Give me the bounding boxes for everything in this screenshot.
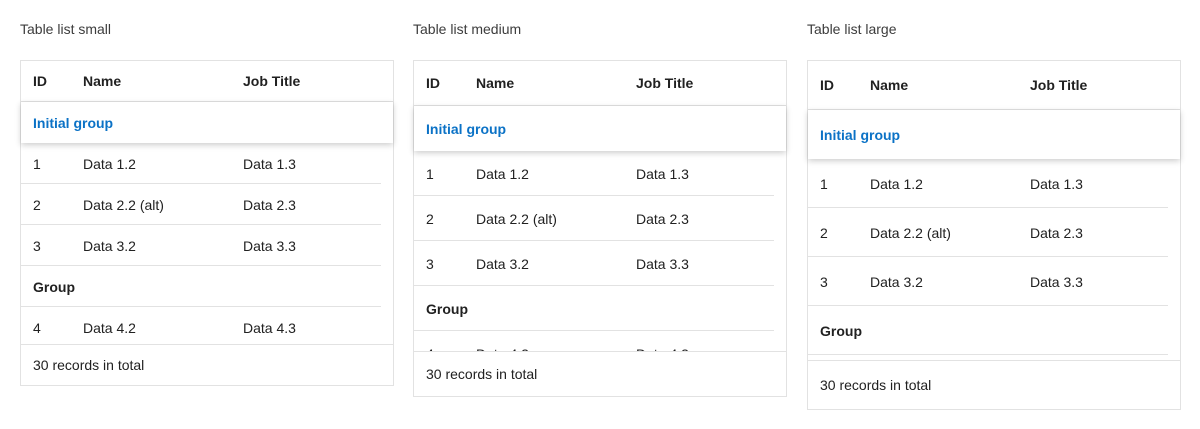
table-header: ID Name Job Title [808, 61, 1180, 110]
table: ID Name Job Title Initial group 1 Data 1… [807, 60, 1181, 410]
cell-name: Data 2.2 (alt) [83, 196, 164, 213]
column-header-name[interactable]: Name [476, 61, 514, 105]
group-label: Initial group [33, 114, 114, 131]
sticky-group-header[interactable]: Initial group [808, 110, 1180, 159]
group-label: Initial group [820, 126, 901, 143]
table-row[interactable]: 3 Data 3.2 Data 3.3 [808, 257, 1180, 306]
group-label: Group [426, 300, 468, 317]
table-row[interactable]: 3 Data 3.2 Data 3.3 [21, 225, 393, 266]
group-header[interactable]: Group [808, 306, 1180, 355]
cell-job-title: Data 2.3 [1030, 224, 1083, 241]
cell-id: 3 [820, 273, 828, 290]
cell-job-title: Data 3.3 [243, 237, 296, 254]
cell-name: Data 1.2 [83, 155, 136, 172]
table-row[interactable]: 2 Data 2.2 (alt) Data 2.3 [21, 184, 393, 225]
table-footer: 30 records in total [808, 360, 1180, 409]
cell-id: 4 [426, 331, 434, 352]
cell-job-title: Data 2.3 [243, 196, 296, 213]
sticky-group-header[interactable]: Initial group [414, 106, 786, 151]
group-label: Group [820, 322, 862, 339]
column-header-name[interactable]: Name [83, 61, 121, 101]
table-row[interactable]: 4 Data 4.2 Data 4.3 [21, 307, 393, 344]
cell-job-title: Data 2.3 [636, 210, 689, 227]
cell-id: 1 [426, 165, 434, 182]
table: ID Name Job Title Initial group 1 Data 1… [20, 60, 394, 386]
cell-id: 4 [33, 319, 41, 336]
cell-name: Data 3.2 [476, 255, 529, 272]
cell-job-title: Data 3.3 [1030, 273, 1083, 290]
variant-title: Table list large [807, 21, 897, 37]
table-row[interactable]: 1 Data 1.2 Data 1.3 [414, 151, 786, 196]
variant-title: Table list small [20, 21, 112, 37]
cell-id: 3 [426, 255, 434, 272]
column-header-id[interactable]: ID [820, 61, 834, 109]
cell-job-title: Data 1.3 [243, 155, 296, 172]
column-header-job-title[interactable]: Job Title [636, 61, 693, 105]
cell-id: 2 [33, 196, 41, 213]
table-row[interactable]: 3 Data 3.2 Data 3.3 [414, 241, 786, 286]
cell-name: Data 2.2 (alt) [476, 210, 557, 227]
table-row[interactable]: 2 Data 2.2 (alt) Data 2.3 [414, 196, 786, 241]
cell-job-title: Data 1.3 [1030, 175, 1083, 192]
column-header-job-title[interactable]: Job Title [243, 61, 300, 101]
cell-name: Data 3.2 [83, 237, 136, 254]
table-row[interactable]: 1 Data 1.2 Data 1.3 [808, 159, 1180, 208]
cell-name: Data 1.2 [870, 175, 923, 192]
table-body-scroll[interactable]: 1 Data 1.2 Data 1.3 2 Data 2.2 (alt) Dat… [414, 151, 786, 351]
cell-name: Data 4.2 [83, 319, 136, 336]
group-label: Group [33, 278, 75, 295]
cell-job-title: Data 4.3 [636, 331, 689, 352]
cell-id: 2 [426, 210, 434, 227]
table-header: ID Name Job Title [21, 61, 393, 102]
cell-id: 3 [33, 237, 41, 254]
cell-name: Data 3.2 [870, 273, 923, 290]
variant-title: Table list medium [413, 21, 522, 37]
cell-id: 1 [820, 175, 828, 192]
table-row[interactable]: 2 Data 2.2 (alt) Data 2.3 [808, 208, 1180, 257]
table-footer: 30 records in total [21, 344, 393, 385]
cell-name: Data 1.2 [476, 165, 529, 182]
table-row[interactable]: 1 Data 1.2 Data 1.3 [21, 143, 393, 184]
cell-job-title: Data 3.3 [636, 255, 689, 272]
cell-job-title: Data 4.3 [243, 319, 296, 336]
table-footer: 30 records in total [414, 351, 786, 396]
table-body-scroll[interactable]: 1 Data 1.2 Data 1.3 2 Data 2.2 (alt) Dat… [808, 159, 1180, 360]
cell-id: 1 [33, 155, 41, 172]
table-header: ID Name Job Title [414, 61, 786, 106]
column-header-name[interactable]: Name [870, 61, 908, 109]
table-row[interactable]: 4 Data 4.2 Data 4.3 [414, 331, 786, 352]
group-header[interactable]: Group [21, 266, 393, 307]
sticky-group-header[interactable]: Initial group [21, 102, 393, 143]
group-label: Initial group [426, 120, 507, 137]
cell-job-title: Data 1.3 [636, 165, 689, 182]
column-header-id[interactable]: ID [426, 61, 440, 105]
column-header-job-title[interactable]: Job Title [1030, 61, 1087, 109]
cell-name: Data 2.2 (alt) [870, 224, 951, 241]
table: ID Name Job Title Initial group 1 Data 1… [413, 60, 787, 397]
table-body-scroll[interactable]: 1 Data 1.2 Data 1.3 2 Data 2.2 (alt) Dat… [21, 143, 393, 344]
column-header-id[interactable]: ID [33, 61, 47, 101]
cell-id: 2 [820, 224, 828, 241]
group-header[interactable]: Group [414, 286, 786, 331]
cell-name: Data 4.2 [476, 331, 529, 352]
